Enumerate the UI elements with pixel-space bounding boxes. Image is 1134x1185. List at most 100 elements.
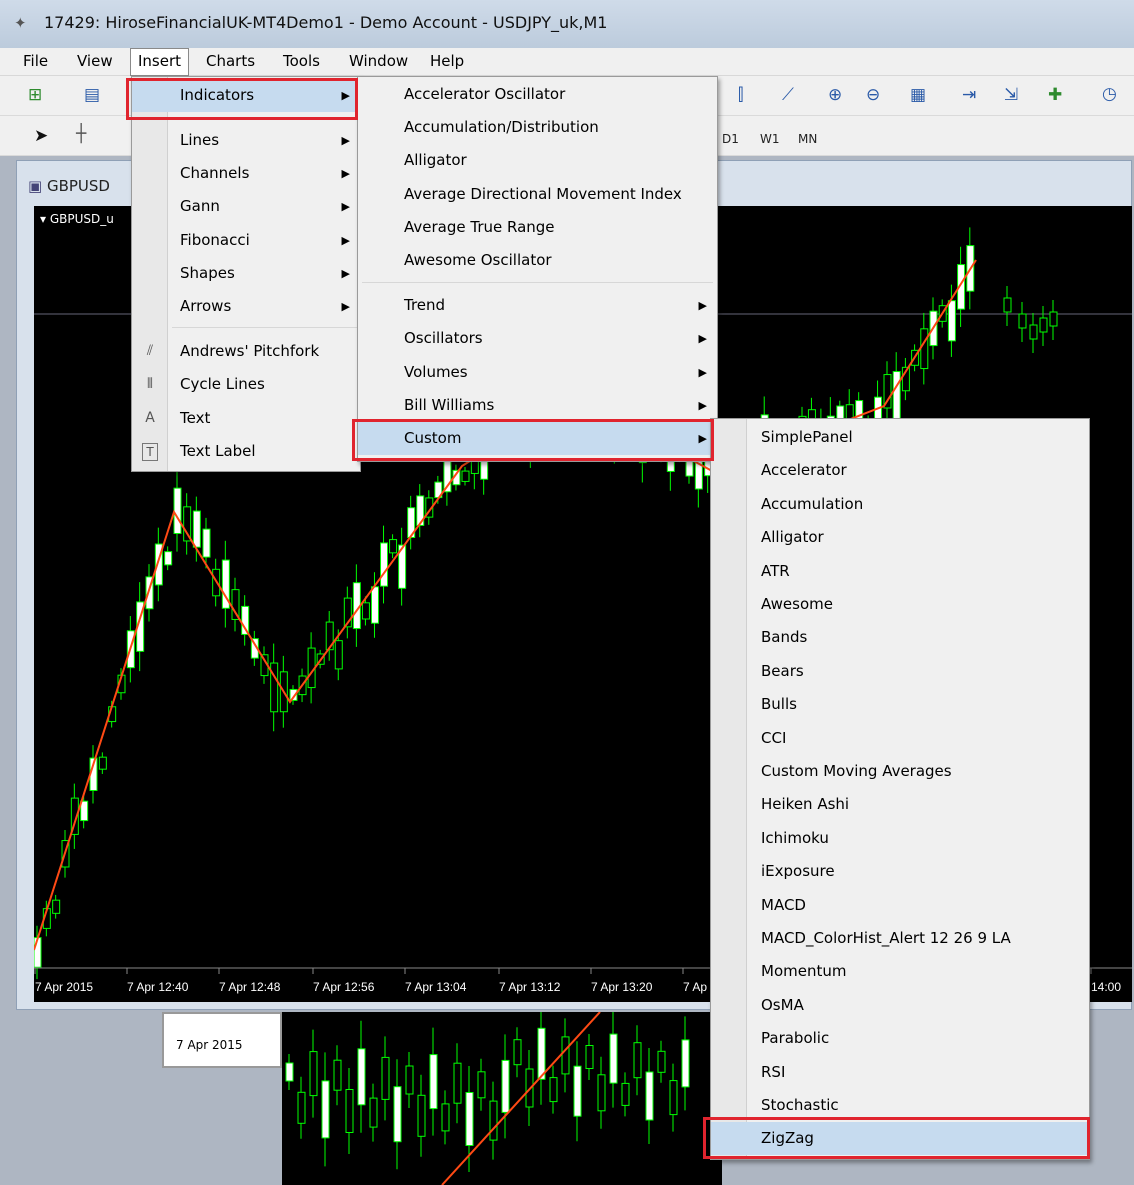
custom-item-accelerator[interactable]: Accelerator [711, 454, 1089, 487]
menu-view[interactable]: View [70, 48, 120, 76]
submenu-arrow-icon: ▶ [341, 300, 350, 313]
menu-item-oscillators[interactable]: Oscillators ▶ [358, 322, 717, 355]
custom-item-simplepanel[interactable]: SimplePanel [711, 421, 1089, 454]
menu-insert[interactable]: Insert [130, 48, 190, 76]
menu-item-alligator[interactable]: Alligator [358, 144, 717, 177]
candle-body [309, 1051, 318, 1097]
periods-clock-icon[interactable]: ◷ [1102, 84, 1117, 104]
bar-chart-icon[interactable]: ⫿ [738, 85, 743, 105]
custom-item-bulls[interactable]: Bulls [711, 688, 1089, 721]
timeframe-d1[interactable]: D1 [722, 132, 739, 146]
autoscroll-icon[interactable]: ⇲ [1004, 85, 1018, 105]
menu-item-label: iExposure [761, 862, 835, 881]
menu-item-gann[interactable]: Gann ▶ [132, 190, 360, 223]
submenu-arrow-icon: ▶ [341, 167, 350, 180]
menu-item-indicators[interactable]: Indicators ▶ [132, 79, 360, 112]
indicators-icon[interactable]: ✚ [1048, 85, 1062, 105]
candle-body [573, 1065, 582, 1117]
menu-tools[interactable]: Tools [276, 48, 327, 76]
menu-item-label: Accelerator Oscillator [404, 85, 566, 103]
submenu-arrow-icon: ▶ [698, 432, 707, 445]
line-chart-icon[interactable]: ⟋ [782, 85, 794, 105]
menu-bar: File View Insert Charts Tools Window Hel… [0, 48, 1134, 76]
menu-item-fibonacci[interactable]: Fibonacci ▶ [132, 224, 360, 257]
menu-window[interactable]: Window [342, 48, 415, 76]
menu-item-text[interactable]: A Text [132, 402, 360, 435]
menu-item-shapes[interactable]: Shapes ▶ [132, 257, 360, 290]
second-price-chart[interactable] [282, 1012, 722, 1185]
candle-body [1049, 311, 1058, 327]
custom-item-bears[interactable]: Bears [711, 655, 1089, 688]
custom-item-rsi[interactable]: RSI [711, 1056, 1089, 1089]
timeframe-mn[interactable]: MN [798, 132, 817, 146]
custom-item-bands[interactable]: Bands [711, 621, 1089, 654]
custom-item-zigzag[interactable]: ZigZag [711, 1122, 1089, 1156]
menu-item-label: Oscillators [404, 329, 483, 347]
menu-item-adx[interactable]: Average Directional Movement Index [358, 178, 717, 211]
custom-item-stochastic[interactable]: Stochastic [711, 1089, 1089, 1122]
menu-charts[interactable]: Charts [199, 48, 262, 76]
menu-item-label: Parabolic [761, 1029, 830, 1048]
menu-item-accumulation-distribution[interactable]: Accumulation/Distribution [358, 111, 717, 144]
cursor-icon[interactable]: ➤ [34, 126, 48, 146]
zoom-in-icon[interactable]: ⊕ [828, 85, 842, 105]
custom-item-cci[interactable]: CCI [711, 722, 1089, 755]
menu-item-label: Fibonacci [180, 231, 250, 249]
zoom-out-icon[interactable]: ⊖ [866, 85, 880, 105]
tile-windows-icon[interactable]: ▦ [910, 85, 926, 105]
new-chart-icon[interactable]: ⊞ [28, 85, 42, 105]
menu-item-label: Accelerator [761, 461, 847, 480]
menu-item-accelerator-oscillator[interactable]: Accelerator Oscillator [358, 78, 717, 111]
menu-item-arrows[interactable]: Arrows ▶ [132, 290, 360, 323]
candle-body [429, 1054, 438, 1110]
menu-item-atr[interactable]: Average True Range [358, 211, 717, 244]
submenu-arrow-icon: ▶ [341, 234, 350, 247]
menu-item-channels[interactable]: Channels ▶ [132, 157, 360, 190]
custom-item-macd[interactable]: MACD [711, 889, 1089, 922]
candle-body [297, 1091, 306, 1124]
menu-item-custom[interactable]: Custom ▶ [358, 422, 717, 455]
custom-item-alligator[interactable]: Alligator [711, 521, 1089, 554]
menu-item-cycle-lines[interactable]: ⦀ Cycle Lines [132, 368, 360, 401]
custom-item-parabolic[interactable]: Parabolic [711, 1022, 1089, 1055]
menu-item-label: Average Directional Movement Index [404, 185, 682, 203]
menu-help[interactable]: Help [423, 48, 471, 76]
time-label: 7 Apr 2015 [35, 980, 93, 994]
menu-item-awesome-oscillator[interactable]: Awesome Oscillator [358, 244, 717, 277]
timeframe-w1[interactable]: W1 [760, 132, 780, 146]
candle-body [202, 528, 211, 558]
candle-body [681, 1039, 690, 1088]
app-icon: ✦ [14, 14, 27, 32]
custom-item-atr[interactable]: ATR [711, 555, 1089, 588]
custom-item-momentum[interactable]: Momentum [711, 955, 1089, 988]
menu-item-label: Bulls [761, 695, 797, 714]
chart-shift-icon[interactable]: ⇥ [962, 85, 976, 105]
menu-item-trend[interactable]: Trend ▶ [358, 289, 717, 322]
custom-item-awesome[interactable]: Awesome [711, 588, 1089, 621]
crosshair-icon[interactable]: ┼ [76, 124, 86, 144]
custom-item-ichimoku[interactable]: Ichimoku [711, 822, 1089, 855]
submenu-arrow-icon: ▶ [341, 89, 350, 102]
menu-item-bill-williams[interactable]: Bill Williams ▶ [358, 389, 717, 422]
menu-item-lines[interactable]: Lines ▶ [132, 124, 360, 157]
menu-item-volumes[interactable]: Volumes ▶ [358, 356, 717, 389]
custom-item-custom[interactable]: Custom Moving Averages [711, 755, 1089, 788]
menu-item-text-label[interactable]: T Text Label [132, 435, 360, 468]
custom-item-osma[interactable]: OsMA [711, 989, 1089, 1022]
custom-item-macdcolorhistalert[interactable]: MACD_ColorHist_Alert 12 26 9 LA [711, 922, 1089, 955]
candle-body [549, 1077, 558, 1103]
menu-item-andrews-pitchfork[interactable]: ⫽ Andrews' Pitchfork [132, 335, 360, 368]
menu-file[interactable]: File [16, 48, 55, 76]
submenu-arrow-icon: ▶ [341, 134, 350, 147]
mt4-application: ✦ 17429: HiroseFinancialUK-MT4Demo1 - De… [0, 0, 1134, 1185]
candle-body [501, 1059, 510, 1113]
menu-item-label: Andrews' Pitchfork [180, 342, 320, 360]
menu-item-label: ATR [761, 561, 790, 580]
profiles-icon[interactable]: ▤ [84, 85, 100, 105]
submenu-arrow-icon: ▶ [341, 200, 350, 213]
custom-item-accumulation[interactable]: Accumulation [711, 488, 1089, 521]
candle-body [489, 1100, 498, 1141]
custom-item-heiken[interactable]: Heiken Ashi [711, 788, 1089, 821]
custom-item-iexposure[interactable]: iExposure [711, 855, 1089, 888]
time-label: 7 Apr 13:12 [499, 980, 561, 994]
